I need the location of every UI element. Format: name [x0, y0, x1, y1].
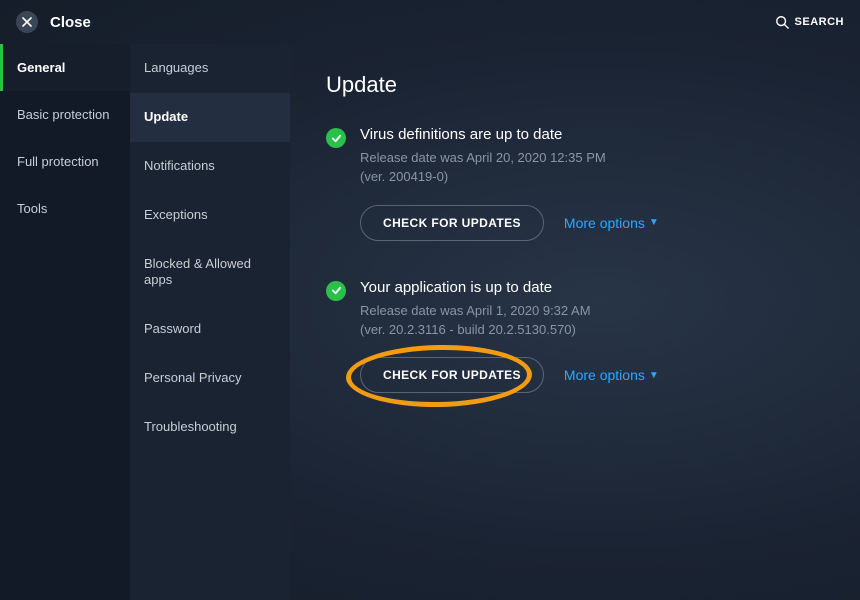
- virus-release-date: Release date was April 20, 2020 12:35 PM: [360, 149, 824, 168]
- sidebar-primary: General Basic protection Full protection…: [0, 44, 130, 600]
- close-button[interactable]: [16, 11, 38, 33]
- sidebar-item-label: General: [17, 60, 65, 75]
- topbar-left: Close: [16, 11, 91, 33]
- sidebar-sub-languages[interactable]: Languages: [130, 44, 290, 93]
- check-icon: [326, 281, 346, 301]
- close-icon: [22, 17, 32, 27]
- page-title: Update: [326, 72, 824, 98]
- virus-version: (ver. 200419-0): [360, 168, 824, 187]
- sidebar-item-label: Password: [144, 321, 201, 336]
- virus-actions: CHECK FOR UPDATES More options ▼: [360, 205, 824, 241]
- block-body: Your application is up to date Release d…: [360, 279, 824, 394]
- virus-definitions-block: Virus definitions are up to date Release…: [326, 126, 824, 241]
- topbar: Close SEARCH: [0, 0, 860, 44]
- app-status-title: Your application is up to date: [360, 279, 824, 296]
- more-options-virus-link[interactable]: More options ▼: [564, 215, 659, 231]
- sidebar-sub-personal-privacy[interactable]: Personal Privacy: [130, 354, 290, 403]
- sidebar-item-label: Tools: [17, 201, 47, 216]
- sidebar-sub-blocked-allowed[interactable]: Blocked & Allowed apps: [130, 240, 290, 306]
- body: General Basic protection Full protection…: [0, 44, 860, 600]
- sidebar-item-full-protection[interactable]: Full protection: [0, 138, 130, 185]
- caret-down-icon: ▼: [649, 217, 659, 228]
- sidebar-item-label: Blocked & Allowed apps: [144, 256, 251, 288]
- app-release-date: Release date was April 1, 2020 9:32 AM: [360, 302, 824, 321]
- virus-status-title: Virus definitions are up to date: [360, 126, 824, 143]
- search-button[interactable]: SEARCH: [775, 15, 844, 29]
- sidebar-sub-exceptions[interactable]: Exceptions: [130, 191, 290, 240]
- sidebar-item-general[interactable]: General: [0, 44, 130, 91]
- sidebar-item-label: Troubleshooting: [144, 419, 237, 434]
- sidebar-item-basic-protection[interactable]: Basic protection: [0, 91, 130, 138]
- close-label: Close: [50, 14, 91, 31]
- sidebar-item-label: Full protection: [17, 154, 99, 169]
- application-block: Your application is up to date Release d…: [326, 279, 824, 394]
- sidebar-item-label: Exceptions: [144, 207, 208, 222]
- check-updates-virus-button[interactable]: CHECK FOR UPDATES: [360, 205, 544, 241]
- more-options-label: More options: [564, 215, 645, 231]
- app-version: (ver. 20.2.3116 - build 20.2.5130.570): [360, 321, 824, 340]
- app-actions: CHECK FOR UPDATES More options ▼: [360, 357, 824, 393]
- sidebar-item-label: Basic protection: [17, 107, 110, 122]
- caret-down-icon: ▼: [649, 370, 659, 381]
- more-options-app-link[interactable]: More options ▼: [564, 367, 659, 383]
- search-label: SEARCH: [795, 16, 844, 28]
- check-icon: [326, 128, 346, 148]
- sidebar-item-label: Languages: [144, 60, 208, 75]
- sidebar-item-label: Notifications: [144, 158, 215, 173]
- check-updates-app-button[interactable]: CHECK FOR UPDATES: [360, 357, 544, 393]
- sidebar-item-label: Update: [144, 109, 188, 124]
- sidebar-sub-update[interactable]: Update: [130, 93, 290, 142]
- sidebar-item-tools[interactable]: Tools: [0, 185, 130, 232]
- sidebar-sub-password[interactable]: Password: [130, 305, 290, 354]
- sidebar-sub-notifications[interactable]: Notifications: [130, 142, 290, 191]
- more-options-label: More options: [564, 367, 645, 383]
- block-body: Virus definitions are up to date Release…: [360, 126, 824, 241]
- sidebar-sub-troubleshooting[interactable]: Troubleshooting: [130, 403, 290, 452]
- search-icon: [775, 15, 789, 29]
- sidebar-item-label: Personal Privacy: [144, 370, 242, 385]
- sidebar-secondary: Languages Update Notifications Exception…: [130, 44, 290, 600]
- content: Update Virus definitions are up to date …: [290, 44, 860, 600]
